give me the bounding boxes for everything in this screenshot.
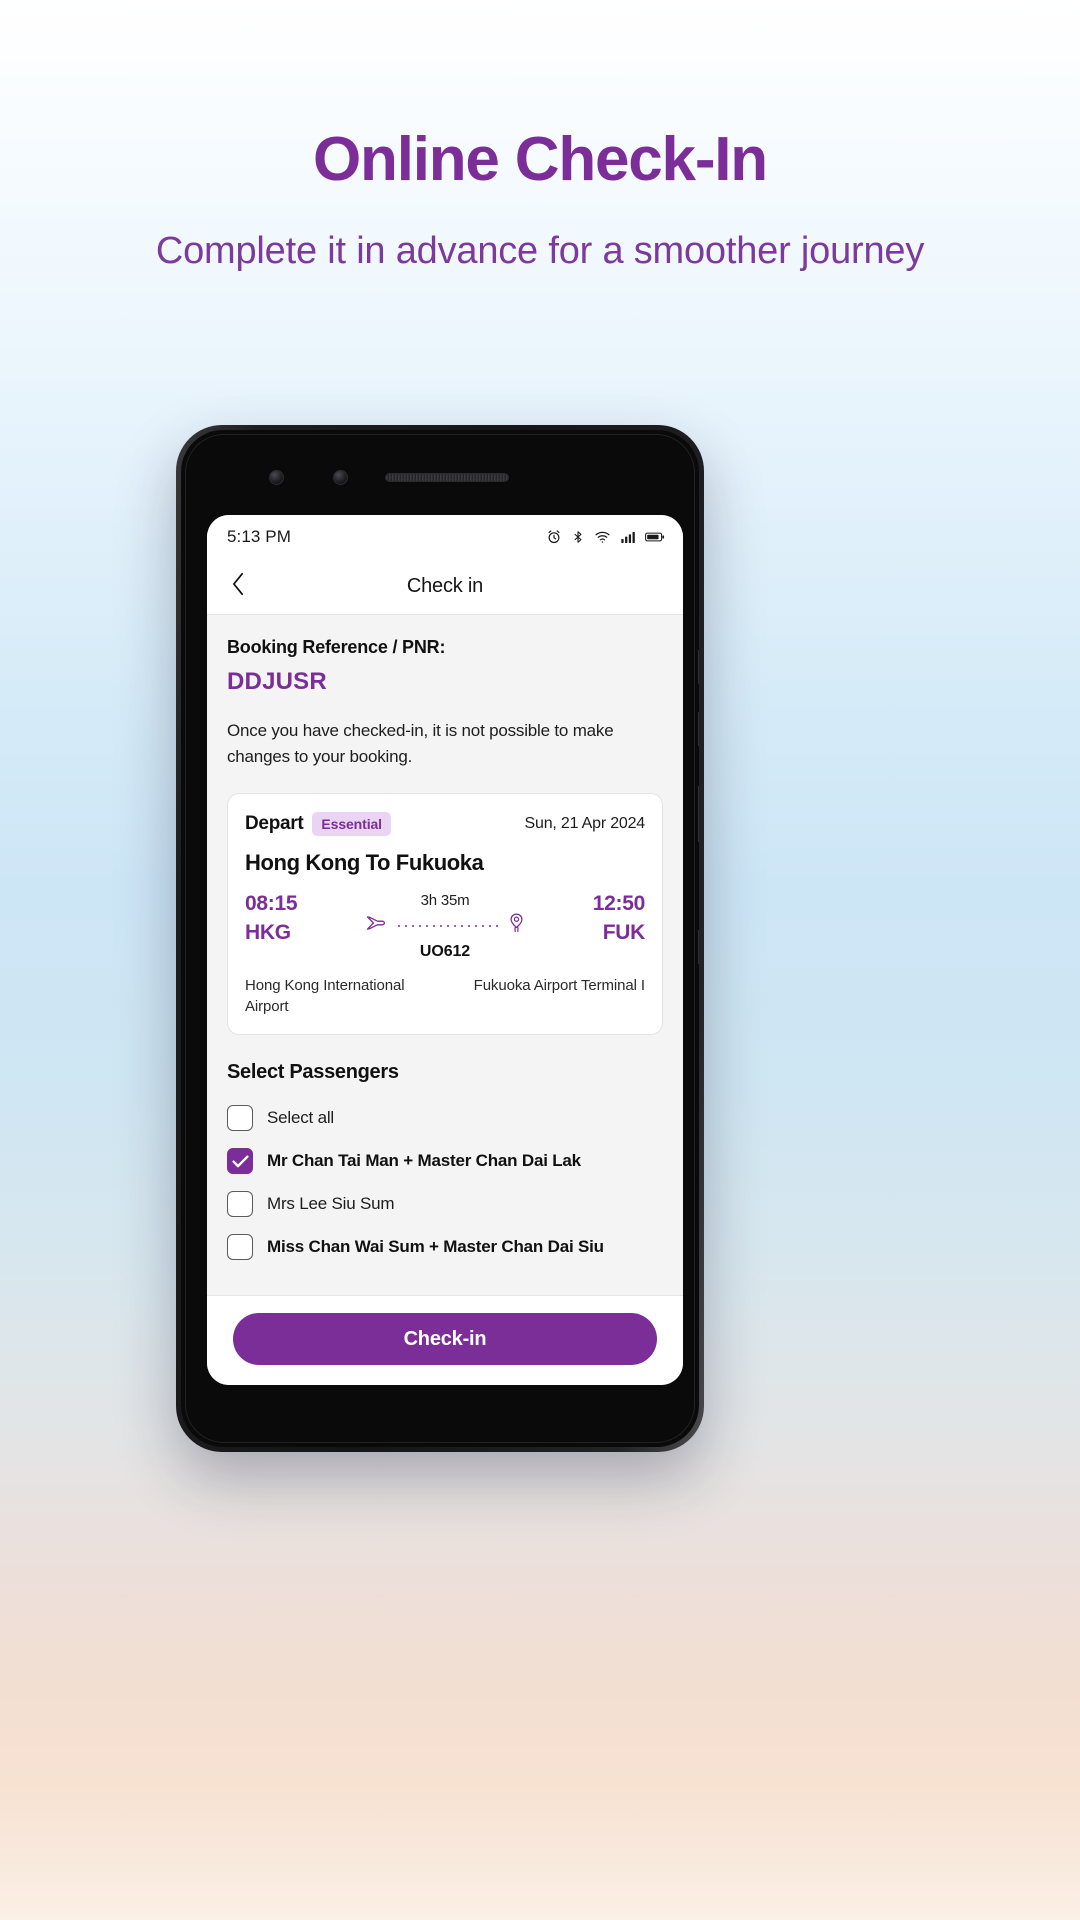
status-time: 5:13 PM	[227, 527, 292, 546]
alarm-icon	[546, 529, 562, 545]
front-camera-icon	[269, 470, 284, 485]
flight-route-title: Hong Kong To Fukuoka	[245, 850, 484, 875]
flight-number: UO612	[419, 943, 471, 960]
passenger-row[interactable]: Miss Chan Wai Sum + Master Chan Dai Siu	[227, 1225, 663, 1268]
phone-mockup: 5:13 PM Check in Booking Reference / PNR…	[176, 425, 704, 1452]
passenger-row[interactable]: Mrs Lee Siu Sum	[227, 1182, 663, 1225]
fare-badge: Essential	[312, 812, 391, 836]
departure-block: 08:15 HKG	[245, 892, 345, 945]
departure-time: 08:15	[245, 892, 298, 915]
flight-card-header: Depart Essential Sun, 21 Apr 2024	[245, 812, 645, 836]
passenger-label: Select all	[267, 1108, 334, 1127]
flight-path-dotted-line	[392, 924, 503, 927]
passenger-label: Miss Chan Wai Sum + Master Chan Dai Siu	[267, 1237, 604, 1256]
screen-footer: Check-in	[207, 1295, 683, 1385]
cellular-signal-icon	[620, 529, 636, 545]
airport-names-row: Hong Kong International Airport Fukuoka …	[245, 975, 645, 1017]
departure-airport-name: Hong Kong International Airport	[245, 977, 405, 1015]
promo-header: Online Check-In Complete it in advance f…	[0, 0, 1080, 276]
phone-side-button	[698, 650, 699, 684]
checkin-notice: Once you have checked-in, it is not poss…	[227, 721, 614, 766]
passenger-checkbox[interactable]	[227, 1191, 253, 1217]
airplane-icon	[366, 914, 388, 937]
flight-card: Depart Essential Sun, 21 Apr 2024 Hong K…	[227, 793, 663, 1035]
flight-direction-group: Depart Essential	[245, 812, 391, 836]
map-pin-icon	[508, 913, 525, 938]
pnr-value: DDJUSR	[227, 668, 327, 695]
arrival-block: 12:50 FUK	[545, 892, 646, 945]
earpiece-speaker	[385, 473, 509, 482]
arrival-time: 12:50	[592, 892, 646, 915]
back-button[interactable]	[221, 570, 255, 604]
arrival-airport-name: Fukuoka Airport Terminal I	[473, 977, 645, 994]
phone-screen: 5:13 PM Check in Booking Reference / PNR…	[207, 515, 683, 1385]
passenger-list: Select all Mr Chan Tai Man + Master Chan…	[227, 1096, 663, 1268]
status-bar: 5:13 PM	[207, 515, 683, 559]
select-all-checkbox[interactable]	[227, 1105, 253, 1131]
passenger-row[interactable]: Mr Chan Tai Man + Master Chan Dai Lak	[227, 1139, 663, 1182]
phone-side-button	[698, 930, 699, 964]
flight-path-block: 3h 35m UO612	[345, 892, 545, 961]
flight-duration: 3h 35m	[420, 892, 470, 909]
flight-direction-label: Depart	[245, 813, 304, 834]
page-subtitle: Complete it in advance for a smoother jo…	[155, 230, 925, 273]
select-passengers-title: Select Passengers	[227, 1061, 399, 1083]
app-bar-title: Check in	[406, 575, 484, 597]
phone-side-button	[698, 786, 699, 842]
phone-side-button	[698, 712, 699, 746]
sensor-icon	[333, 470, 348, 485]
app-bar: Check in	[207, 559, 683, 615]
departure-code: HKG	[245, 921, 291, 944]
passenger-checkbox[interactable]	[227, 1148, 253, 1174]
passenger-checkbox[interactable]	[227, 1234, 253, 1260]
status-icon-group	[546, 529, 665, 545]
flight-times-row: 08:15 HKG 3h 35m UO612 12:50 FUK	[245, 892, 645, 961]
wifi-icon	[594, 529, 611, 545]
passenger-label: Mr Chan Tai Man + Master Chan Dai Lak	[267, 1151, 581, 1170]
chevron-left-icon	[231, 572, 246, 601]
check-in-button[interactable]: Check-in	[233, 1313, 657, 1365]
pnr-label: Booking Reference / PNR:	[227, 637, 446, 657]
screen-content: Booking Reference / PNR: DDJUSR Once you…	[207, 615, 683, 1295]
flight-date: Sun, 21 Apr 2024	[524, 815, 646, 832]
phone-body: 5:13 PM Check in Booking Reference / PNR…	[181, 430, 699, 1447]
battery-icon	[645, 530, 665, 544]
page-title: Online Check-In	[313, 125, 768, 194]
flight-path-graphic	[351, 913, 539, 938]
passenger-label: Mrs Lee Siu Sum	[267, 1194, 395, 1213]
passenger-row-select-all[interactable]: Select all	[227, 1096, 663, 1139]
bluetooth-icon	[571, 529, 585, 545]
arrival-code: FUK	[602, 921, 646, 944]
